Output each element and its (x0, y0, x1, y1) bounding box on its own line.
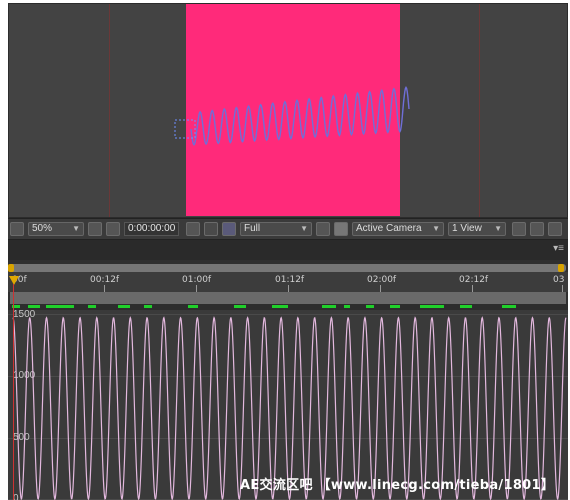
spring-path[interactable] (190, 85, 410, 146)
cache-segment (234, 305, 246, 308)
zoom-value: 50% (32, 223, 53, 234)
resolution-dropdown[interactable]: Full ▼ (240, 222, 312, 236)
cache-segment (272, 305, 288, 308)
cache-segment (502, 305, 516, 308)
cache-segment (366, 305, 374, 308)
current-time-indicator[interactable] (9, 276, 19, 285)
comp-flowchart-icon[interactable] (10, 222, 24, 236)
ruler-label: 01:12f (275, 275, 305, 285)
safe-margins-icon[interactable] (88, 222, 102, 236)
transparency-grid-icon[interactable] (334, 222, 348, 236)
ruler-label: 01:00f (182, 275, 212, 285)
cache-segment (322, 305, 336, 308)
cache-segment (420, 305, 444, 308)
view-layout-value: 1 View (452, 223, 482, 234)
cache-segment (460, 305, 472, 308)
value-curve[interactable] (12, 316, 567, 500)
cache-segment (46, 305, 74, 308)
viewer-toolbar: 50% ▼ 0:00:00:00 Full ▼ Active Camera ▼ 1 V… (8, 218, 568, 240)
cache-segment (118, 305, 130, 308)
chevron-down-icon: ▼ (300, 224, 308, 233)
current-time-display[interactable]: 0:00:00:00 (124, 222, 180, 236)
ruler-tick (380, 285, 381, 292)
fast-preview-icon[interactable] (512, 222, 526, 236)
snapshot-icon[interactable] (186, 222, 200, 236)
color-channel-icon[interactable] (222, 222, 236, 236)
camera-dropdown[interactable]: Active Camera ▼ (352, 222, 444, 236)
ruler-tick (104, 285, 105, 292)
mask-visibility-icon[interactable] (106, 222, 120, 236)
camera-value: Active Camera (356, 223, 422, 234)
resolution-value: Full (244, 223, 261, 234)
value-graph[interactable] (8, 310, 568, 500)
ruler-label: 00:12f (90, 275, 120, 285)
time-navigator-bar[interactable] (10, 292, 566, 304)
show-snapshot-icon[interactable] (204, 222, 218, 236)
work-area-start-handle[interactable] (8, 264, 14, 272)
view-layout-dropdown[interactable]: 1 View ▼ (448, 222, 506, 236)
time-ruler[interactable]: 00f 00:12f 01:00f 01:12f 02:00f 02:12f 0… (8, 272, 568, 292)
ruler-label: 03 (553, 275, 565, 285)
zoom-dropdown[interactable]: 50% ▼ (28, 222, 84, 236)
cache-segment (28, 305, 40, 308)
ruler-label: 02:12f (459, 275, 489, 285)
ruler-label: 02:00f (367, 275, 397, 285)
panel-menu-icon[interactable]: ▾≡ (553, 243, 564, 254)
cache-segment (344, 305, 350, 308)
cache-segment (188, 305, 198, 308)
chevron-down-icon: ▼ (432, 224, 440, 233)
watermark-text: AE交流区吧 【www.linecg.com/tieba/1801】 (240, 478, 555, 493)
timeline-panel: ▾≡ 00f 00:12f 01:00f 01:12f 02:00f 02:12… (8, 240, 568, 500)
cache-segment (144, 305, 152, 308)
work-area-bar[interactable] (10, 264, 566, 272)
ruler-tick (288, 285, 289, 292)
graph-editor[interactable]: 1500 1000 500 0 (8, 310, 568, 500)
work-area-end-handle[interactable] (558, 264, 564, 272)
chevron-down-icon: ▼ (72, 224, 80, 233)
region-of-interest-icon[interactable] (316, 222, 330, 236)
spring-shape-layer[interactable] (9, 4, 568, 218)
chevron-down-icon: ▼ (494, 224, 502, 233)
composition-viewer[interactable] (8, 3, 568, 218)
cache-segment (88, 305, 96, 308)
ruler-tick (472, 285, 473, 292)
panel-header: ▾≡ (8, 240, 568, 260)
ruler-tick (196, 285, 197, 292)
timeline-icon[interactable] (530, 222, 544, 236)
flowchart-icon[interactable] (548, 222, 562, 236)
ruler-tick (562, 285, 563, 292)
cache-segment (390, 305, 400, 308)
current-time-line (13, 284, 14, 500)
